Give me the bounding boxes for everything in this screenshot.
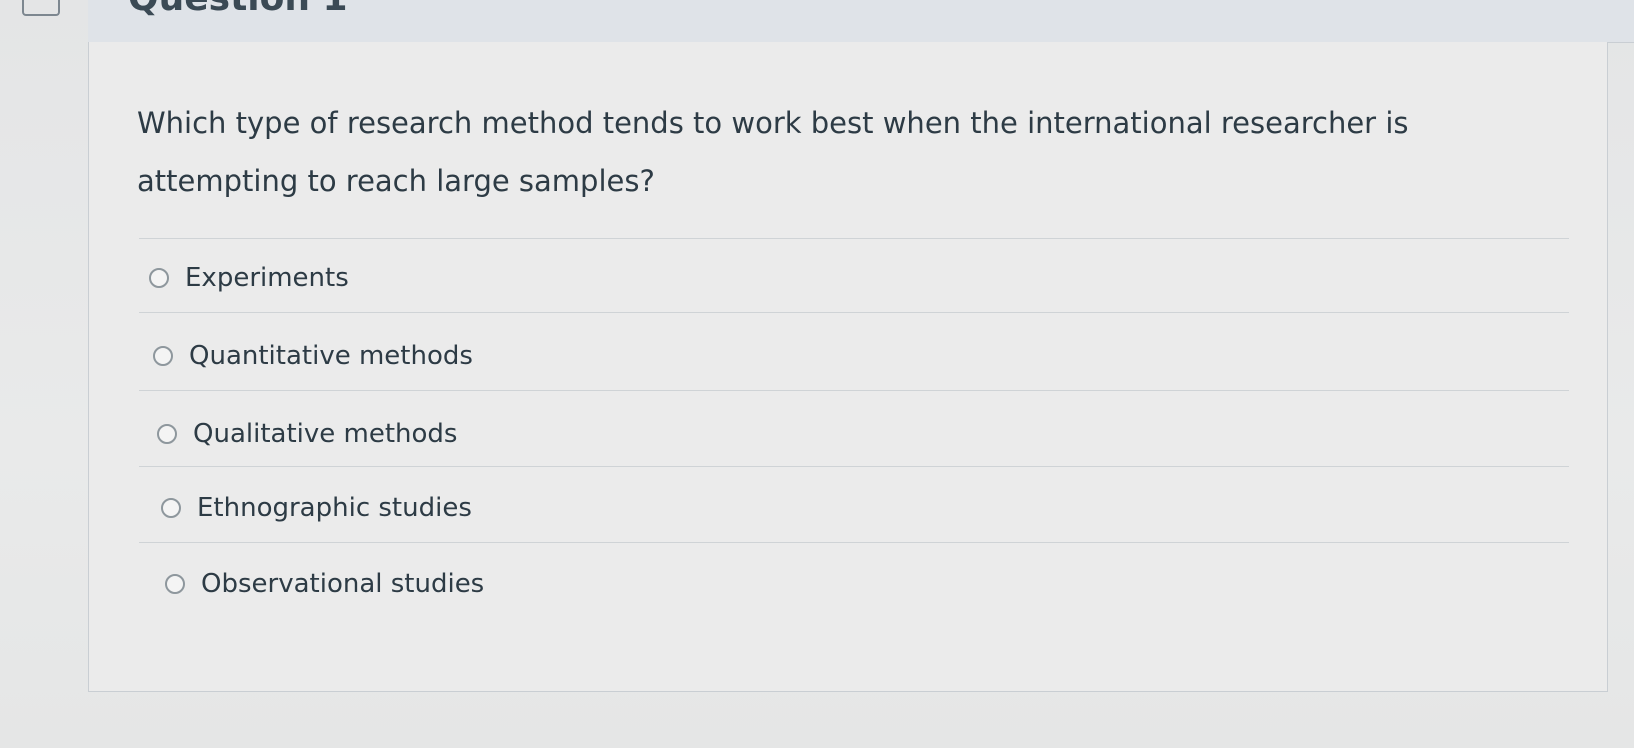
radio-button-icon[interactable] (165, 574, 185, 594)
radio-button-icon[interactable] (161, 498, 181, 518)
answer-label: Qualitative methods (193, 419, 458, 449)
question-flag-icon[interactable] (22, 0, 60, 16)
answer-option-ethnographic-studies[interactable]: Ethnographic studies (161, 488, 472, 528)
divider (139, 312, 1569, 313)
answer-label: Ethnographic studies (197, 493, 472, 523)
divider (139, 542, 1569, 543)
divider (139, 238, 1569, 239)
question-text: Which type of research method tends to w… (137, 106, 1409, 198)
radio-button-icon[interactable] (149, 268, 169, 288)
answer-label: Quantitative methods (189, 341, 473, 371)
answer-label: Experiments (185, 263, 349, 293)
answer-label: Observational studies (201, 569, 485, 599)
answer-option-experiments[interactable]: Experiments (149, 258, 349, 298)
divider (139, 466, 1569, 467)
radio-button-icon[interactable] (157, 424, 177, 444)
radio-button-icon[interactable] (153, 346, 173, 366)
answer-option-quantitative-methods[interactable]: Quantitative methods (153, 336, 473, 376)
question-header: Question 1 (88, 0, 1634, 43)
answer-option-qualitative-methods[interactable]: Qualitative methods (157, 414, 457, 454)
question-title: Question 1 (128, 0, 348, 19)
divider (139, 390, 1569, 391)
question-card: Which type of research method tends to w… (88, 42, 1608, 692)
answer-option-observational-studies[interactable]: Observational studies (165, 564, 484, 604)
quiz-page: Question 1 Which type of research method… (0, 0, 1634, 748)
